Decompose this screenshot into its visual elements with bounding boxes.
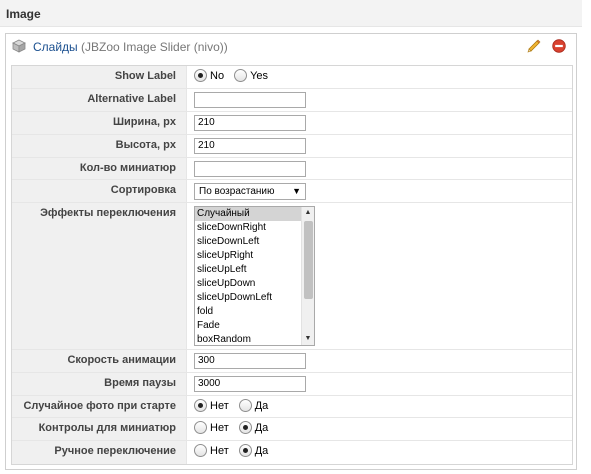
element-panel-header: Слайды (JBZoo Image Slider (nivo)) xyxy=(6,34,576,59)
radio-yes[interactable] xyxy=(238,421,252,434)
list-item[interactable]: sliceUpDownLeft xyxy=(195,291,301,305)
row-anim-speed: Скорость анимации 300 xyxy=(12,349,572,372)
field-label: Время паузы xyxy=(104,377,176,389)
field-label: Контролы для миниатюр xyxy=(38,422,176,434)
scroll-thumb[interactable] xyxy=(304,221,313,299)
field-label: Высота, px xyxy=(115,139,176,151)
show-label-radio-group: No Yes xyxy=(194,69,278,82)
anim-speed-input[interactable]: 300 xyxy=(194,353,306,369)
field-label: Случайное фото при старте xyxy=(23,400,176,412)
scroll-up-icon[interactable]: ▲ xyxy=(302,207,314,219)
radio-label: Нет xyxy=(210,444,229,457)
list-item[interactable]: sliceDownRight xyxy=(195,221,301,235)
list-item[interactable]: sliceUpRight xyxy=(195,249,301,263)
field-label: Ширина, px xyxy=(112,116,176,128)
field-label: Ручное переключение xyxy=(54,445,176,457)
thumb-count-input[interactable] xyxy=(194,161,306,177)
radio-no[interactable] xyxy=(194,444,207,457)
field-label: Эффекты переключения xyxy=(40,207,176,219)
list-item[interactable]: sliceUpLeft xyxy=(195,263,301,277)
element-type: (JBZoo Image Slider (nivo)) xyxy=(81,40,228,54)
field-label: Alternative Label xyxy=(87,93,176,105)
element-panel: Слайды (JBZoo Image Slider (nivo)) Show … xyxy=(5,33,577,470)
alt-label-input[interactable] xyxy=(194,92,306,108)
radio-label: Yes xyxy=(250,69,269,82)
element-title: Слайды (JBZoo Image Slider (nivo)) xyxy=(33,40,228,54)
listbox-scrollbar[interactable]: ▲ ▼ xyxy=(301,207,314,345)
row-thumb-count: Кол-во миниатюр xyxy=(12,157,572,179)
element-name: Слайды xyxy=(33,40,78,54)
row-effects: Эффекты переключения Случайный sliceDown… xyxy=(12,202,572,349)
section-header: Image xyxy=(0,0,582,27)
random-start-radio-group: Нет Да xyxy=(194,399,278,412)
form-table: Show Label No Yes Alternative Label Ширин… xyxy=(11,65,573,465)
row-sort: Сортировка По возрастанию ▼ xyxy=(12,179,572,202)
sort-select[interactable]: По возрастанию ▼ xyxy=(194,183,306,200)
delete-icon[interactable] xyxy=(552,39,566,53)
list-item[interactable]: fold xyxy=(195,305,301,319)
manual-radio-group: Нет Да xyxy=(194,444,278,457)
list-item[interactable]: sliceUpDown xyxy=(195,277,301,291)
radio-label: Нет xyxy=(210,421,229,434)
row-thumb-controls: Контролы для миниатюр Нет Да xyxy=(12,417,572,440)
row-height: Высота, px 210 xyxy=(12,134,572,157)
field-label: Show Label xyxy=(114,70,176,82)
sort-select-value: По возрастанию xyxy=(199,186,275,197)
field-label: Кол-во миниатюр xyxy=(79,162,176,174)
list-item[interactable]: sliceDownLeft xyxy=(195,235,301,249)
section-title: Image xyxy=(6,7,41,21)
cube-icon xyxy=(12,39,26,53)
row-show-label: Show Label No Yes xyxy=(12,66,572,88)
row-width: Ширина, px 210 xyxy=(12,111,572,134)
effects-listbox[interactable]: Случайный sliceDownRight sliceDownLeft s… xyxy=(194,206,315,346)
radio-label: Да xyxy=(254,444,269,457)
row-random-start: Случайное фото при старте Нет Да xyxy=(12,395,572,417)
radio-label: No xyxy=(210,69,225,82)
radio-yes[interactable] xyxy=(238,444,252,457)
list-item[interactable]: Случайный xyxy=(195,207,301,221)
radio-no[interactable] xyxy=(194,399,207,412)
radio-label: Нет xyxy=(210,399,229,412)
dropdown-arrow-icon: ▼ xyxy=(292,186,301,196)
radio-yes[interactable] xyxy=(238,399,252,412)
radio-no[interactable] xyxy=(194,69,207,82)
field-label: Сортировка xyxy=(110,184,176,196)
thumb-controls-radio-group: Нет Да xyxy=(194,421,278,434)
radio-label: Да xyxy=(254,399,269,412)
radio-label: Да xyxy=(254,421,269,434)
row-manual: Ручное переключение Нет Да xyxy=(12,440,572,464)
list-item[interactable]: boxRandom xyxy=(195,333,301,345)
row-alt-label: Alternative Label xyxy=(12,88,572,111)
radio-no[interactable] xyxy=(194,421,207,434)
list-item[interactable]: Fade xyxy=(195,319,301,333)
scroll-down-icon[interactable]: ▼ xyxy=(302,333,314,345)
radio-yes[interactable] xyxy=(234,69,248,82)
row-pause-time: Время паузы 3000 xyxy=(12,372,572,395)
width-input[interactable]: 210 xyxy=(194,115,306,131)
height-input[interactable]: 210 xyxy=(194,138,306,154)
field-label: Скорость анимации xyxy=(67,354,176,366)
pencil-icon[interactable] xyxy=(526,38,542,54)
pause-time-input[interactable]: 3000 xyxy=(194,376,306,392)
